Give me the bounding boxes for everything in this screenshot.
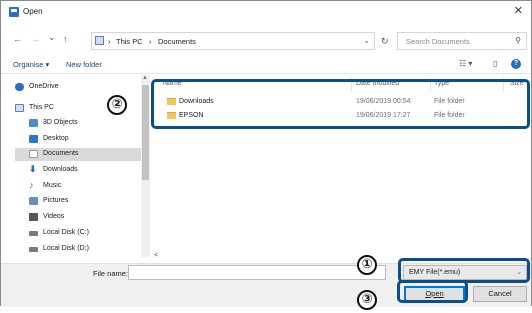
scroll-up-icon[interactable]: ▲: [142, 75, 148, 81]
address-bar[interactable]: › This PC › Documents ⌄: [91, 32, 375, 50]
new-folder-button[interactable]: New folder: [66, 60, 102, 69]
recent-locations-chevron-icon[interactable]: ⌄: [48, 32, 56, 43]
document-icon: [29, 150, 38, 158]
address-dropdown-icon[interactable]: ⌄: [363, 36, 370, 45]
callout-badge-2: ②: [107, 95, 127, 115]
search-input[interactable]: Search Documents ⚲: [397, 32, 527, 50]
video-icon: [29, 213, 38, 221]
title-bar: Open ✕: [1, 1, 531, 23]
pictures-icon: [29, 197, 38, 205]
window-title: Open: [23, 7, 43, 16]
callout-badge-3: ③: [357, 290, 377, 310]
back-arrow-icon[interactable]: ←: [13, 34, 22, 44]
refresh-icon[interactable]: ↻: [381, 36, 389, 47]
nav-item-pictures[interactable]: Pictures: [29, 195, 141, 208]
nav-item-videos[interactable]: Videos: [29, 211, 141, 224]
nav-item-local-disk-d[interactable]: Local Disk (D:): [29, 243, 141, 256]
breadcrumb-separator: ›: [108, 37, 111, 46]
file-list-highlight: [151, 79, 530, 129]
open-button-highlight: [397, 280, 468, 303]
filename-input[interactable]: [128, 265, 386, 280]
scrollbar-thumb[interactable]: [142, 85, 149, 180]
preview-pane-icon[interactable]: ▯: [493, 59, 497, 68]
forward-arrow-icon[interactable]: →: [31, 34, 40, 44]
cloud-icon: [15, 83, 24, 91]
nav-item-local-disk-c[interactable]: Local Disk (C:): [29, 227, 141, 240]
nav-item-desktop[interactable]: Desktop: [29, 133, 141, 146]
nav-item-documents[interactable]: Documents: [15, 148, 141, 161]
cancel-button[interactable]: Cancel: [473, 286, 527, 302]
search-icon: ⚲: [515, 36, 521, 45]
drive-icon: [29, 247, 38, 252]
help-icon[interactable]: ?: [511, 59, 521, 69]
download-icon: ⬇: [29, 164, 37, 174]
scroll-left-icon[interactable]: <: [154, 252, 158, 259]
navigation-scrollbar[interactable]: ▲: [141, 75, 150, 257]
nav-item-onedrive[interactable]: OneDrive: [15, 81, 141, 94]
breadcrumb-documents[interactable]: Documents: [158, 37, 196, 46]
nav-item-music[interactable]: ♪ Music: [29, 180, 141, 193]
view-options-icon[interactable]: ☷ ▾: [459, 59, 472, 68]
nav-item-downloads[interactable]: ⬇ Downloads: [29, 164, 141, 177]
close-button[interactable]: ✕: [514, 4, 523, 17]
desktop-icon: [29, 135, 38, 143]
breadcrumb-separator: ›: [149, 37, 152, 46]
music-icon: ♪: [29, 180, 34, 190]
search-placeholder: Search Documents: [406, 37, 470, 46]
computer-icon: [15, 104, 24, 112]
filename-label: File name:: [93, 269, 129, 278]
breadcrumb-this-pc[interactable]: This PC: [116, 37, 143, 46]
app-icon: [9, 7, 19, 17]
address-row: ← → ⌄ ↑ › This PC › Documents ⌄ ↻ Search…: [1, 30, 531, 52]
command-bar: Organise ▾ New folder ☷ ▾ ▯ ?: [1, 54, 531, 74]
callout-badge-1: ①: [357, 255, 377, 275]
up-arrow-icon[interactable]: ↑: [63, 34, 68, 44]
nav-item-3d-objects[interactable]: 3D Objects: [29, 117, 141, 130]
computer-icon: [95, 36, 104, 45]
drive-icon: [29, 231, 38, 236]
cube-icon: [29, 119, 38, 127]
organise-button[interactable]: Organise ▾: [13, 60, 49, 69]
